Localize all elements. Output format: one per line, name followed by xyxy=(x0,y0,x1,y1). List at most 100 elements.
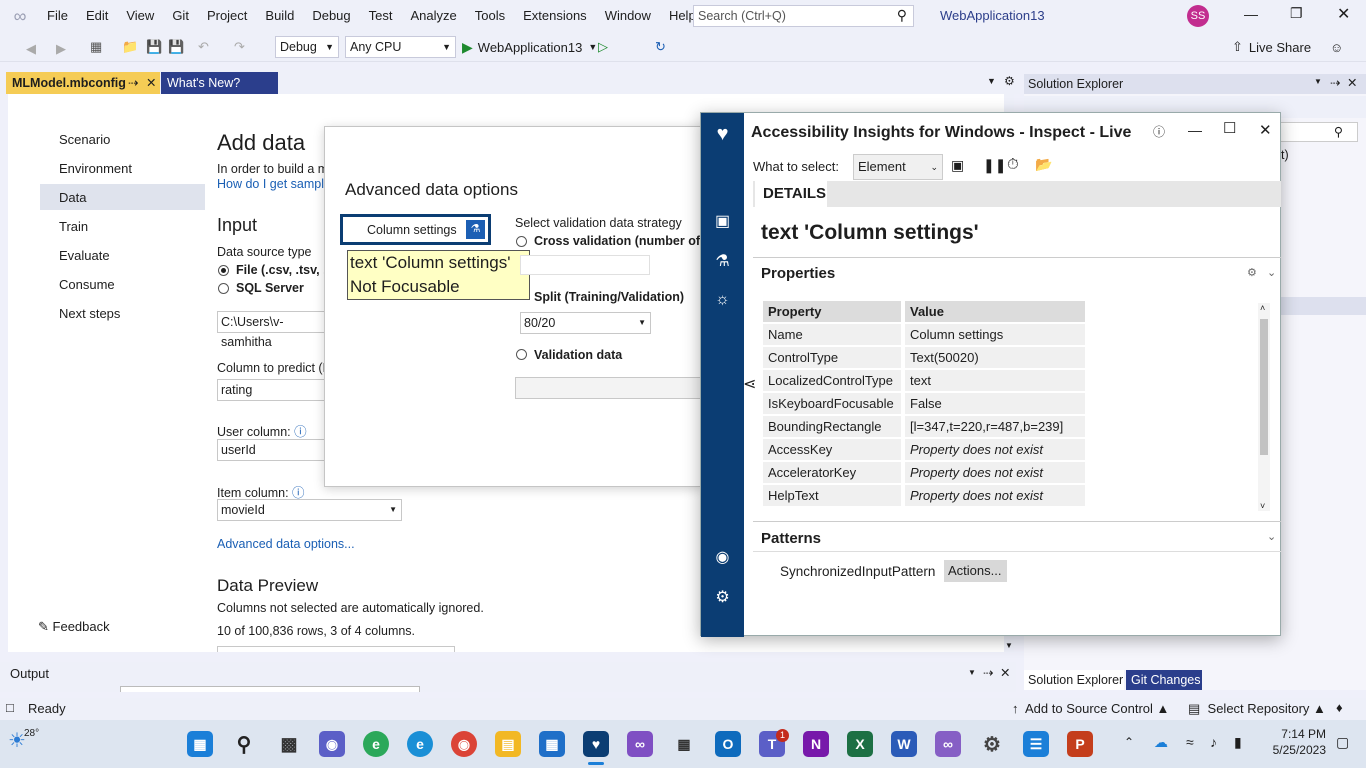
tab-mlmodel[interactable]: MLModel.mbconfig ⇢ ✕ xyxy=(6,72,160,94)
close-icon[interactable]: ✕ xyxy=(146,72,156,94)
show-hidden-icons[interactable]: ⌃ xyxy=(1124,735,1134,749)
collapse-chevron-icon[interactable]: ⌄ xyxy=(1267,530,1276,543)
notepad-icon[interactable]: ☰ xyxy=(1023,731,1049,757)
person-icon[interactable]: ☺ xyxy=(1330,36,1343,58)
chevron-down-icon[interactable]: ▼ xyxy=(968,668,976,677)
info-icon[interactable]: ⓘ xyxy=(292,486,305,500)
scrollbar-thumb[interactable] xyxy=(1260,319,1268,455)
search-icon[interactable]: ⚲ xyxy=(231,731,257,757)
scroll-down-icon[interactable]: ˅ xyxy=(1260,501,1265,511)
menu-file[interactable]: File xyxy=(38,0,77,32)
properties-scrollbar[interactable]: ˄ ˅ xyxy=(1258,303,1270,511)
vs-logo-icon[interactable]: ∞ xyxy=(2,0,38,32)
close-icon[interactable]: ✕ xyxy=(1347,75,1357,90)
settings-gear-icon[interactable]: ⚙ xyxy=(1004,74,1015,88)
restore-button[interactable]: ❐ xyxy=(1290,5,1303,22)
close-button[interactable]: ✕ xyxy=(1337,4,1350,24)
onedrive-icon[interactable]: ☁ xyxy=(1154,734,1168,751)
run-button[interactable]: ▶ WebApplication13 ▼ xyxy=(462,36,597,58)
notification-center-icon[interactable]: ▢ xyxy=(1336,734,1349,751)
column-predict-input[interactable]: rating xyxy=(217,379,325,401)
advanced-options-link[interactable]: Advanced data options... xyxy=(217,537,355,551)
refresh-icon[interactable]: ↻ xyxy=(655,36,666,58)
powerpoint-icon[interactable]: P xyxy=(1067,731,1093,757)
menu-build[interactable]: Build xyxy=(256,0,303,32)
nav-environment[interactable]: Environment xyxy=(59,161,132,176)
scroll-up-icon[interactable]: ˄ xyxy=(1260,303,1265,313)
wifi-icon[interactable]: ≈ xyxy=(1186,734,1194,750)
tab-overflow-icon[interactable]: ▼ xyxy=(987,76,996,86)
collapse-chevron-icon[interactable]: ⌄ xyxy=(1267,266,1276,279)
menu-git[interactable]: Git xyxy=(163,0,198,32)
menu-extensions[interactable]: Extensions xyxy=(514,0,596,32)
word-icon[interactable]: W xyxy=(891,731,917,757)
menu-project[interactable]: Project xyxy=(198,0,256,32)
column-settings-tab[interactable]: Column settings ⚗ xyxy=(340,214,491,245)
source-sql-radio[interactable] xyxy=(218,283,229,294)
redo-icon[interactable]: ↷ xyxy=(234,36,245,58)
pin-icon[interactable]: ⇢ xyxy=(1330,75,1340,90)
nav-scenario[interactable]: Scenario xyxy=(59,132,110,147)
info-icon[interactable]: ⓘ xyxy=(294,425,307,439)
feedback-link[interactable]: ✎ Feedback xyxy=(38,619,110,635)
nav-next-steps[interactable]: Next steps xyxy=(59,306,120,321)
help-icon[interactable]: ⓘ xyxy=(1153,123,1165,140)
file-explorer-icon[interactable]: ▤ xyxy=(495,731,521,757)
close-icon[interactable]: ✕ xyxy=(1000,665,1010,680)
github-icon[interactable]: ◉ xyxy=(701,547,744,567)
tab-solution-explorer[interactable]: Solution Explorer xyxy=(1024,670,1124,690)
validation-data-radio[interactable] xyxy=(516,349,527,360)
color-contrast-icon[interactable]: ☼ xyxy=(701,291,744,309)
nav-train[interactable]: Train xyxy=(59,219,88,234)
tab-whats-new[interactable]: What's New? xyxy=(161,72,278,94)
save-all-icon[interactable]: 💾 xyxy=(168,36,184,58)
user-column-input[interactable]: userId xyxy=(217,439,325,461)
excel-icon[interactable]: X xyxy=(847,731,873,757)
menu-tools[interactable]: Tools xyxy=(466,0,514,32)
start-without-debugging-icon[interactable]: ▷ xyxy=(598,36,608,58)
open-folder-icon[interactable]: 📁 xyxy=(122,36,138,58)
back-icon[interactable]: ◀ xyxy=(26,38,36,60)
edge-icon[interactable]: e xyxy=(407,731,433,757)
menu-debug[interactable]: Debug xyxy=(303,0,359,32)
onenote-icon[interactable]: N xyxy=(803,731,829,757)
menu-view[interactable]: View xyxy=(117,0,163,32)
platform-dropdown[interactable]: Any CPU ▼ xyxy=(345,36,456,58)
minimize-button[interactable]: — xyxy=(1244,6,1258,22)
outlook-icon[interactable]: O xyxy=(715,731,741,757)
source-file-radio[interactable] xyxy=(218,265,229,276)
cross-validation-radio[interactable] xyxy=(516,236,527,247)
search-box[interactable]: Search (Ctrl+Q) ⚲ xyxy=(693,5,914,27)
what-to-select-dropdown[interactable]: Element ⌄ xyxy=(853,154,943,180)
windows-start-icon[interactable]: ▦ xyxy=(187,731,213,757)
accessibility-insights-icon[interactable]: ♥ xyxy=(583,731,609,757)
ai-close-button[interactable]: ✕ xyxy=(1259,121,1272,139)
folds-input[interactable] xyxy=(520,255,650,275)
nav-consume[interactable]: Consume xyxy=(59,277,115,292)
pin-icon[interactable]: ⇢ xyxy=(128,72,138,94)
ai-maximize-button[interactable]: ☐ xyxy=(1223,119,1236,137)
weather-widget[interactable]: ☀ 28° xyxy=(8,728,39,753)
user-avatar[interactable]: SS xyxy=(1187,5,1209,27)
timer-icon[interactable]: ⏱ xyxy=(1007,156,1019,173)
validation-data-input[interactable] xyxy=(515,377,703,399)
new-project-icon[interactable]: ▦ xyxy=(90,36,102,58)
visual-studio-preview-icon[interactable]: ∞ xyxy=(627,731,653,757)
properties-settings-icon[interactable]: ⚙ xyxy=(1247,266,1257,279)
open-folder-icon[interactable]: 📂 xyxy=(1035,156,1052,173)
volume-icon[interactable]: ♪ xyxy=(1210,734,1217,750)
battery-icon[interactable]: ▮ xyxy=(1234,734,1242,751)
configuration-dropdown[interactable]: Debug ▼ xyxy=(275,36,339,58)
nav-evaluate[interactable]: Evaluate xyxy=(59,248,110,263)
menu-test[interactable]: Test xyxy=(360,0,402,32)
calculator-icon[interactable]: ▦ xyxy=(671,731,697,757)
split-dropdown[interactable]: 80/20 ▼ xyxy=(520,312,651,334)
chat-icon[interactable]: ◉ xyxy=(319,731,345,757)
task-view-icon[interactable]: ▩ xyxy=(276,731,302,757)
menu-edit[interactable]: Edit xyxy=(77,0,117,32)
edge-dev-icon[interactable]: e xyxy=(363,731,389,757)
pause-icon[interactable]: ❚❚ xyxy=(983,157,1006,174)
clock[interactable]: 7:14 PM 5/25/2023 xyxy=(1266,726,1326,758)
ai-minimize-button[interactable]: — xyxy=(1188,122,1202,138)
save-icon[interactable]: 💾 xyxy=(146,36,162,58)
